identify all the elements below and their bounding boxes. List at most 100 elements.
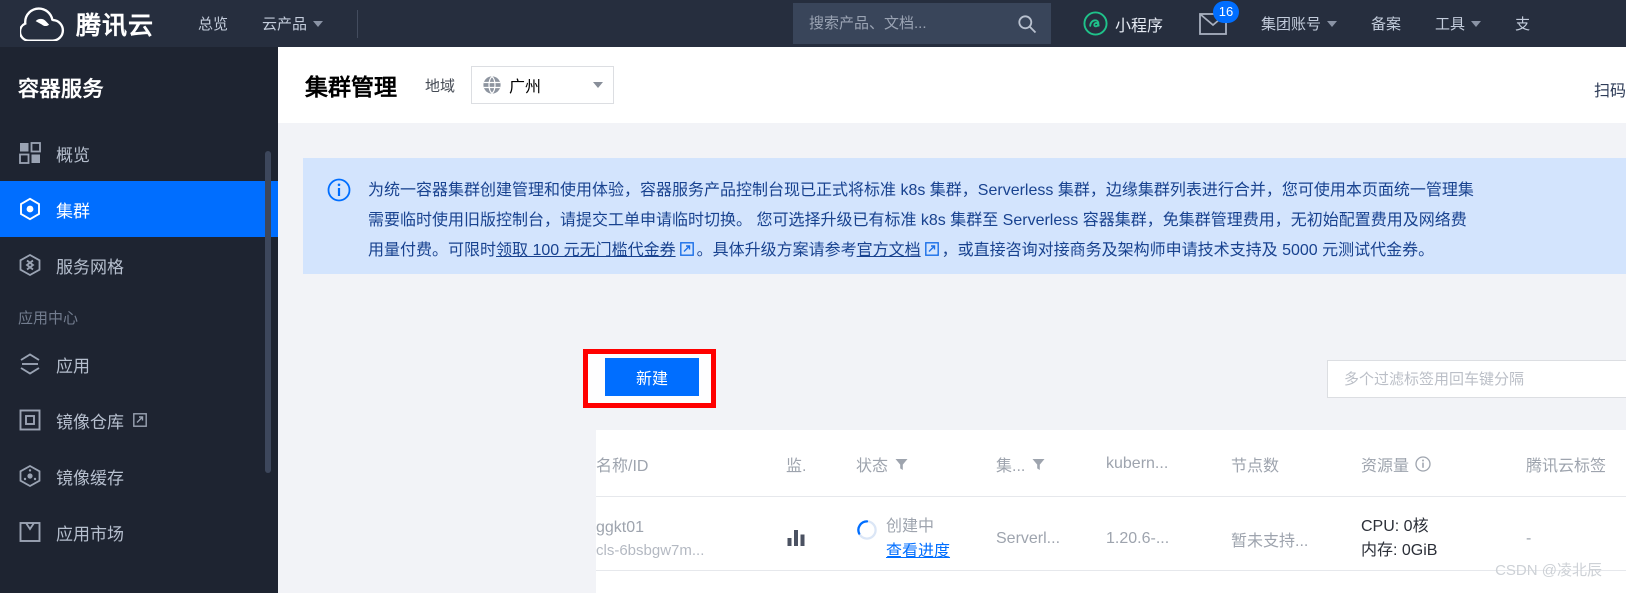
sidebar-item-image-cache-label: 镜像缓存 (56, 468, 124, 488)
column-label: 腾讯云标签 (1526, 458, 1607, 475)
nav-icp-filing-label: 备案 (1371, 16, 1402, 33)
sidebar-title: 容器服务 (18, 78, 104, 101)
loading-spinner-icon (857, 520, 877, 540)
view-progress-link[interactable]: 查看进度 (886, 537, 950, 561)
tag-filter-input[interactable] (1342, 369, 1626, 389)
column-header-name-id: 名称/ID (596, 430, 786, 497)
sidebar-item-app-market-label: 应用市场 (56, 524, 124, 544)
mesh-icon (19, 253, 41, 277)
cluster-name[interactable]: ggkt01 (596, 519, 786, 537)
page-header: 集群管理 地域 广州 扫码 (278, 47, 1626, 123)
cloud-logo-icon (20, 6, 65, 41)
sidebar-item-cluster[interactable]: 集群 (0, 181, 278, 237)
tag-filter-box[interactable] (1327, 360, 1626, 398)
main-content: 集群管理 地域 广州 扫码 为统一容器集群创建管理和使用体验，容器服务产品控制台… (278, 47, 1626, 593)
sidebar-item-service-mesh[interactable]: 服务网格 (0, 237, 278, 293)
scan-code-link[interactable]: 扫码 (1594, 77, 1626, 101)
nav-miniprogram-label: 小程序 (1115, 17, 1164, 35)
external-link-icon[interactable] (924, 242, 939, 256)
sidebar-item-image-cache[interactable]: 镜像缓存 (0, 448, 278, 504)
sidebar-item-image-registry-label: 镜像仓库 (56, 412, 124, 432)
create-cluster-button[interactable]: 新建 (605, 358, 699, 396)
sidebar-item-service-mesh-label: 服务网格 (56, 257, 124, 277)
sidebar-item-application[interactable]: 应用 (0, 336, 278, 392)
app-icon (20, 353, 40, 375)
search-icon[interactable] (1017, 14, 1037, 34)
cell-name-id: ggkt01 cls-6bsbgw7m... (596, 497, 786, 582)
global-search-box[interactable] (793, 3, 1051, 44)
region-select[interactable]: 广州 (471, 66, 615, 104)
column-label: 集... (996, 458, 1026, 475)
nav-support[interactable]: 支 (1515, 13, 1530, 34)
column-header-resources: 资源量 (1361, 430, 1526, 497)
region-label: 地域 (425, 77, 456, 95)
page-title: 集群管理 (305, 74, 397, 100)
status-text: 创建中 (886, 518, 935, 535)
banner-line-3-text-c: ，或直接咨询对接商务及架构师申请技术支持及 5000 元测试代金券。 (941, 242, 1435, 259)
search-input[interactable] (807, 14, 1017, 33)
column-label: kubern... (1106, 455, 1169, 472)
app-root: 腾讯云 总览 云产品 小程 (0, 0, 1626, 593)
cell-cluster-type: Serverl... (996, 530, 1061, 547)
nav-divider (357, 9, 359, 38)
nav-miniprogram[interactable]: 小程序 (1083, 11, 1163, 36)
registry-icon (19, 409, 41, 431)
external-link-icon[interactable] (679, 242, 694, 256)
chevron-down-icon (313, 20, 324, 27)
column-label: 名称/ID (596, 458, 649, 475)
info-banner: 为统一容器集群创建管理和使用体验，容器服务产品控制台现已正式将标准 k8s 集群… (303, 158, 1626, 274)
official-doc-link[interactable]: 官方文档 (857, 242, 921, 259)
cell-status: 创建中 查看进度 (856, 497, 996, 582)
nav-group-account[interactable]: 集团账号 (1261, 13, 1338, 34)
sidebar-item-application-label: 应用 (56, 356, 90, 376)
logo-text: 腾讯云 (76, 11, 155, 40)
market-icon (19, 522, 41, 542)
sidebar-item-overview[interactable]: 概览 (0, 125, 278, 181)
grid-icon (19, 142, 41, 164)
banner-line-1: 为统一容器集群创建管理和使用体验，容器服务产品控制台现已正式将标准 k8s 集群… (368, 182, 1474, 199)
sidebar-item-overview-label: 概览 (56, 145, 90, 165)
cell-kubernetes-version: 1.20.6-... (1106, 530, 1170, 547)
chevron-down-icon (593, 82, 604, 88)
banner-line-3-text-a: 用量付费。可限时 (368, 242, 497, 259)
region-value: 广州 (509, 79, 542, 96)
nav-group-account-label: 集团账号 (1261, 16, 1322, 33)
table-row[interactable]: ggkt01 cls-6bsbgw7m... 创建中 查看进度 Serverl.… (596, 497, 1626, 582)
nav-messages[interactable]: 16 (1199, 0, 1240, 35)
filter-icon[interactable] (1032, 458, 1045, 471)
chevron-down-icon (1327, 20, 1338, 27)
column-header-monitor: 监. (786, 430, 856, 497)
banner-line-2: 需要临时使用旧版控制台，请提交工单申请临时切换。 您可选择升级已有标准 k8s … (368, 212, 1467, 229)
watermark: CSDN @凌北辰 (1495, 562, 1602, 579)
filter-icon[interactable] (895, 458, 908, 471)
globe-icon (483, 76, 501, 94)
column-label: 监. (786, 458, 807, 475)
resource-cpu: CPU: 0核 (1361, 518, 1429, 535)
cell-node-count: 暂未支持... (1231, 533, 1309, 550)
info-circle-icon[interactable] (1415, 456, 1431, 472)
message-count-badge: 16 (1213, 0, 1240, 23)
bar-chart-icon[interactable] (786, 527, 806, 547)
column-header-tags: 腾讯云标签 (1526, 430, 1626, 497)
miniprogram-icon (1083, 11, 1108, 36)
table-bottom-divider (596, 570, 1626, 571)
sidebar-item-app-market[interactable]: 应用市场 (0, 504, 278, 560)
column-label: 状态 (856, 458, 889, 475)
column-label: 节点数 (1231, 458, 1280, 475)
cache-icon (19, 464, 41, 488)
sidebar: 容器服务 概览 集群 服务网格 应用中心 应用 镜像仓库 镜像缓存 应用市场 (0, 47, 278, 593)
nav-tools[interactable]: 工具 (1435, 13, 1482, 34)
nav-link-cloud-products[interactable]: 云产品 (262, 13, 324, 34)
coupon-link[interactable]: 领取 100 元无门槛代金券 (496, 242, 676, 259)
nav-icp-filing[interactable]: 备案 (1371, 13, 1401, 34)
cell-monitor (786, 497, 856, 582)
sidebar-scrollbar[interactable] (265, 151, 271, 473)
info-banner-text: 为统一容器集群创建管理和使用体验，容器服务产品控制台现已正式将标准 k8s 集群… (368, 176, 1474, 274)
nav-tools-label: 工具 (1435, 16, 1466, 33)
tencent-cloud-logo[interactable]: 腾讯云 (0, 6, 154, 42)
column-header-cluster-type: 集... (996, 430, 1106, 497)
info-circle-icon (327, 178, 351, 202)
sidebar-item-image-registry[interactable]: 镜像仓库 (0, 392, 278, 448)
chevron-down-icon (1471, 20, 1482, 27)
nav-link-overview[interactable]: 总览 (198, 13, 228, 34)
